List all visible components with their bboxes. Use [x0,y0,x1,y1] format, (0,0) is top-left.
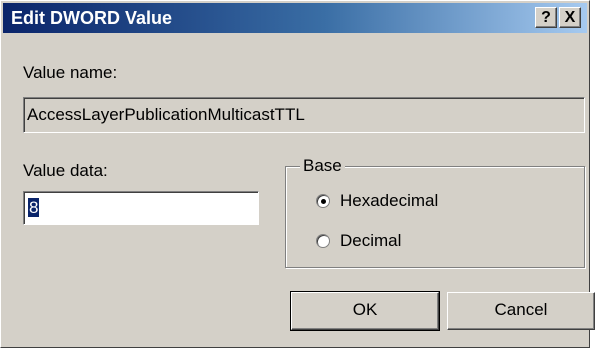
radio-decimal-circle[interactable] [316,234,330,248]
radio-hexadecimal[interactable]: Hexadecimal [316,189,438,213]
help-button[interactable]: ? [535,7,557,28]
value-name-field: AccessLayerPublicationMulticastTTL [23,97,585,133]
edit-dword-dialog: Edit DWORD Value ? X Value name: AccessL… [0,0,595,348]
window-title: Edit DWORD Value [11,8,173,28]
ok-button[interactable]: OK [290,291,440,331]
radio-hexadecimal-label: Hexadecimal [340,191,439,210]
cancel-button[interactable]: Cancel [447,292,595,330]
base-groupbox: Base Hexadecimal Decimal [285,156,585,268]
radio-hexadecimal-circle[interactable] [316,194,330,208]
value-data-input[interactable]: 8 [23,191,259,225]
radio-decimal-label: Decimal [340,231,402,250]
value-name-label: Value name: [23,63,118,82]
radio-decimal[interactable]: Decimal [316,229,401,253]
close-button[interactable]: X [559,7,581,28]
base-legend: Base [300,156,345,176]
radio-selected-dot [321,199,326,204]
value-data-text: 8 [28,198,40,217]
value-data-label: Value data: [23,161,108,180]
title-bar[interactable]: Edit DWORD Value ? X [3,3,587,33]
